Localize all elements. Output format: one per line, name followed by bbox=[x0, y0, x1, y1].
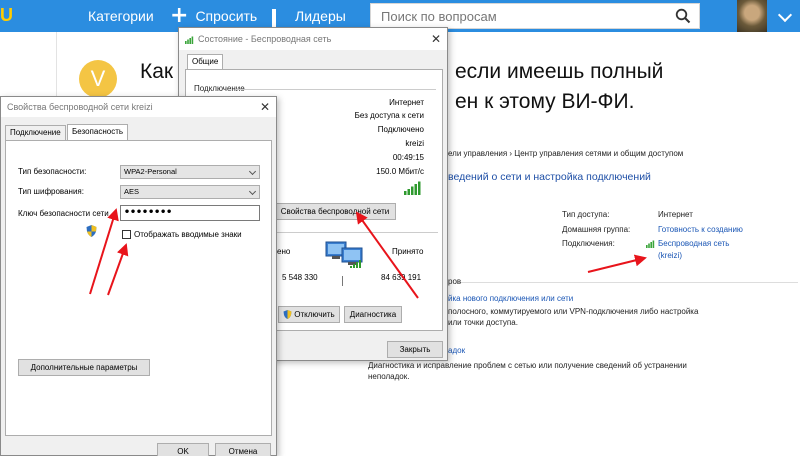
wireless-connection-ssid[interactable]: (kreizi) bbox=[658, 251, 682, 260]
diagnostics-button[interactable]: Диагностика bbox=[344, 306, 402, 323]
show-characters-checkbox[interactable] bbox=[122, 230, 131, 239]
cancel-button[interactable]: Отмена bbox=[215, 443, 271, 456]
encryption-type-label: Тип шифрования: bbox=[18, 187, 84, 196]
close-icon[interactable]: ✕ bbox=[431, 28, 441, 50]
search-box bbox=[370, 3, 700, 29]
status-window-title: Состояние - Беспроводная сеть bbox=[198, 34, 332, 44]
sent-bytes: 5 548 330 bbox=[282, 273, 318, 282]
network-computers-icon bbox=[325, 241, 363, 268]
plus-icon: + bbox=[170, 3, 189, 28]
new-connection-desc-1: полосного, коммутируемого или VPN-подклю… bbox=[448, 307, 699, 316]
troubleshoot-desc-2: неполадок. bbox=[368, 372, 410, 381]
security-key-label: Ключ безопасности сети bbox=[18, 209, 109, 218]
shield-icon bbox=[283, 310, 292, 319]
new-connection-desc-2: или точки доступа. bbox=[448, 318, 518, 327]
author-avatar[interactable]: V bbox=[79, 60, 117, 98]
disconnect-button[interactable]: Отключить bbox=[278, 306, 340, 323]
nav-ask-label: Спросить bbox=[195, 8, 258, 24]
tab-connection[interactable]: Подключение bbox=[5, 125, 66, 140]
duration-value: 00:49:15 bbox=[392, 153, 424, 162]
leaderboard-icon bbox=[272, 8, 288, 43]
ipv4-connectivity-value: Интернет bbox=[389, 98, 424, 107]
search-input[interactable] bbox=[371, 4, 671, 28]
wireless-connection-link[interactable]: Беспроводная сеть bbox=[658, 239, 729, 248]
wireless-properties-button[interactable]: Свойства беспроводной сети bbox=[274, 203, 396, 220]
breadcrumb[interactable]: ели управления › Центр управления сетями… bbox=[448, 149, 683, 158]
encryption-type-select[interactable]: AES bbox=[120, 185, 260, 199]
troubleshoot-desc-1: Диагностика и исправление проблем с сеть… bbox=[368, 361, 687, 370]
chevron-down-icon[interactable] bbox=[777, 7, 793, 23]
nav-leaders-label: Лидеры bbox=[295, 8, 346, 24]
tab-security[interactable]: Безопасность bbox=[67, 124, 129, 140]
site-logo[interactable]: U bbox=[0, 4, 13, 26]
homegroup-label: Домашняя группа: bbox=[562, 225, 631, 234]
signal-quality-icon bbox=[404, 181, 421, 195]
wifi-signal-icon bbox=[185, 36, 194, 45]
show-characters-label: Отображать вводимые знаки bbox=[134, 230, 242, 239]
security-type-value: WPA2-Personal bbox=[124, 167, 177, 176]
grid-icon bbox=[66, 9, 81, 24]
new-connection-link[interactable]: йка нового подключения или сети bbox=[448, 294, 573, 303]
divider bbox=[458, 282, 798, 283]
status-window-titlebar[interactable]: Состояние - Беспроводная сеть ✕ bbox=[179, 28, 447, 50]
advanced-settings-button[interactable]: Дополнительные параметры bbox=[18, 359, 150, 376]
panel-heading: ведений о сети и настройка подключений bbox=[448, 171, 651, 183]
nav-categories[interactable]: Категории bbox=[66, 0, 154, 32]
question-title-line1: если имеешь полный bbox=[455, 60, 664, 83]
nav-categories-label: Категории bbox=[88, 8, 154, 24]
ipv6-connectivity-value: Без доступа к сети bbox=[354, 111, 424, 120]
encryption-type-value: AES bbox=[124, 187, 140, 196]
tab-general[interactable]: Общие bbox=[187, 54, 224, 70]
chevron-down-icon bbox=[248, 167, 257, 176]
access-type-label: Тип доступа: bbox=[562, 210, 610, 219]
security-type-label: Тип безопасности: bbox=[18, 167, 87, 176]
ok-button[interactable]: OK bbox=[157, 443, 209, 456]
properties-window-titlebar[interactable]: Свойства беспроводной сети kreizi ✕ bbox=[1, 97, 276, 117]
properties-window-title: Свойства беспроводной сети kreizi bbox=[7, 102, 153, 112]
user-avatar[interactable] bbox=[737, 0, 767, 32]
close-icon[interactable]: ✕ bbox=[260, 97, 270, 117]
close-button[interactable]: Закрыть bbox=[387, 341, 443, 358]
properties-window: Свойства беспроводной сети kreizi ✕ Подк… bbox=[0, 96, 277, 456]
security-key-field[interactable]: •••••••• bbox=[120, 205, 260, 221]
question-title-line2: ен к этому ВИ-ФИ. bbox=[455, 90, 635, 113]
chevron-down-icon bbox=[248, 187, 257, 196]
received-bytes: 84 639 191 bbox=[381, 273, 422, 282]
troubleshoot-link[interactable]: адок bbox=[448, 346, 465, 355]
question-title-start: Как bbox=[140, 60, 174, 83]
search-icon[interactable] bbox=[675, 8, 691, 24]
divider bbox=[236, 89, 436, 90]
received-label: Принято bbox=[392, 247, 424, 256]
disconnect-label: Отключить bbox=[294, 310, 335, 319]
divider bbox=[342, 276, 343, 286]
sent-label: ено bbox=[277, 247, 291, 256]
network-center-panel: ели управления › Центр управления сетями… bbox=[368, 128, 800, 456]
media-state-value: Подключено bbox=[377, 125, 424, 134]
connections-label: Подключения: bbox=[562, 239, 615, 248]
wifi-signal-icon bbox=[646, 240, 655, 248]
section-title: ров bbox=[448, 277, 462, 286]
homegroup-link[interactable]: Готовность к созданию bbox=[658, 225, 743, 234]
security-tab-panel: Тип безопасности: WPA2-Personal Тип шифр… bbox=[5, 140, 272, 436]
uac-shield-icon bbox=[86, 225, 97, 237]
speed-value: 150.0 Мбит/с bbox=[376, 167, 424, 176]
ssid-value: kreizi bbox=[405, 139, 424, 148]
security-type-select[interactable]: WPA2-Personal bbox=[120, 165, 260, 179]
access-type-value: Интернет bbox=[658, 210, 693, 219]
